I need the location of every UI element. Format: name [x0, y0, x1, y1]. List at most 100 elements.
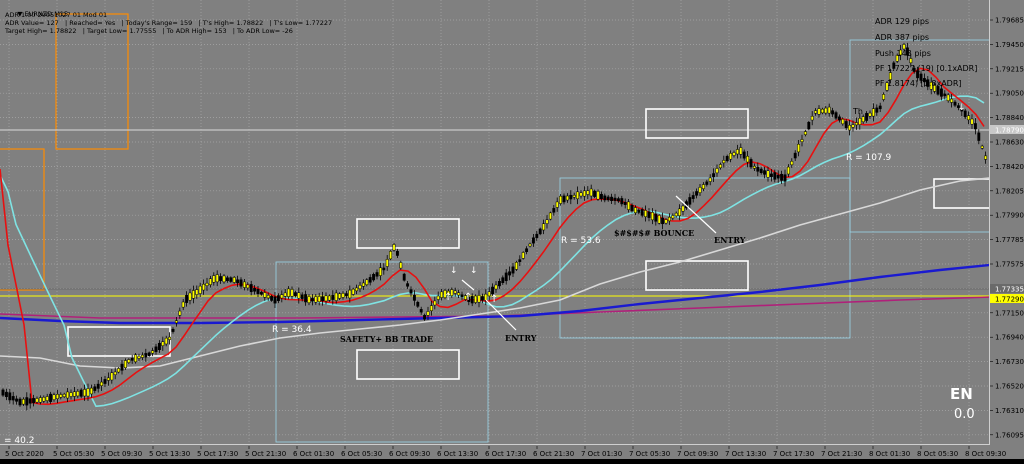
candle-body — [382, 267, 386, 271]
candle-body — [402, 273, 406, 281]
candle-body — [140, 354, 144, 358]
candle-body — [518, 259, 522, 262]
zone-box-3 — [356, 349, 460, 380]
candle-body — [181, 301, 185, 308]
candle-body — [545, 219, 549, 224]
svg-text:↓: ↓ — [470, 266, 478, 276]
chart-window[interactable]: ↑ ↑ ↑ ↓ ↓ ↓ SAFETY+ BB TRADE ENTRY $#$#$… — [0, 0, 1024, 459]
candle-body — [287, 288, 291, 297]
candle-body — [212, 275, 216, 283]
candle-body — [314, 296, 318, 303]
candle-body — [195, 289, 199, 295]
adr-line-5: PF 1.8174) [1.8xADR] — [875, 79, 962, 88]
ma-red — [0, 67, 985, 406]
candle-body — [729, 153, 733, 160]
candle-body — [637, 209, 641, 213]
price-axis[interactable]: 1.79685 1.79450 1.79215 1.79050 1.78840 1.786… — [990, 0, 1024, 445]
candle-body — [586, 190, 590, 195]
candle-body — [678, 208, 682, 216]
candle-body — [222, 275, 226, 283]
candle-body — [321, 296, 325, 302]
price-tick-label: 1.77575 — [995, 261, 1024, 269]
chart-canvas[interactable]: ↑ ↑ ↑ ↓ ↓ ↓ SAFETY+ BB TRADE ENTRY $#$#$… — [0, 0, 990, 445]
candle-body — [562, 195, 566, 203]
candle-body — [793, 152, 797, 159]
candle-body — [674, 212, 678, 217]
candle-body — [55, 394, 59, 399]
price-chart[interactable]: ↑ ↑ ↑ ↓ ↓ ↓ SAFETY+ BB TRADE ENTRY $#$#$… — [0, 0, 990, 445]
zone-box-6 — [933, 178, 989, 209]
candle-body — [412, 295, 416, 301]
candle-body — [528, 243, 532, 247]
time-axis-canvas: 5 Oct 2020 5 Oct 05:30 5 Oct 09:30 5 Oct 13… — [5, 446, 1006, 458]
price-tick-label: 1.76095 — [995, 431, 1024, 439]
time-tick-label: 5 Oct 09:30 — [101, 450, 142, 458]
adr-line-3: Push 143 pips — [875, 49, 931, 58]
price-tick-label: 1.78205 — [995, 187, 1024, 195]
time-axis[interactable]: 5 Oct 2020 5 Oct 05:30 5 Oct 09:30 5 Oct 13… — [0, 445, 1024, 459]
candle-body — [739, 147, 743, 155]
candle-body — [763, 170, 767, 175]
zone-box-4 — [645, 108, 749, 139]
candle-body — [497, 281, 501, 287]
th-label: Th — [852, 107, 863, 116]
candle-body — [436, 295, 440, 300]
candle-body — [627, 201, 631, 210]
candle-body — [494, 284, 498, 290]
candle-body — [62, 393, 66, 397]
candle-body — [596, 190, 600, 200]
candle-body — [695, 191, 699, 196]
price-tick-label: 1.76730 — [995, 358, 1024, 366]
price-tick-label: 1.77150 — [995, 309, 1024, 317]
candle-body — [355, 287, 359, 292]
candle-body — [735, 149, 739, 155]
info-line-2: ADR Value= 127 | Reached= Yes | Today's … — [5, 19, 333, 27]
candle-body — [351, 288, 355, 295]
candle-body — [480, 296, 484, 301]
candle-body — [722, 160, 726, 164]
candle-body — [640, 209, 644, 216]
candle-body — [834, 112, 838, 119]
candle-body — [117, 368, 121, 373]
price-tick-label: 1.76310 — [995, 407, 1024, 415]
candle-body — [824, 107, 828, 114]
candle-body — [613, 197, 617, 201]
candle-body — [191, 290, 195, 299]
candle-body — [647, 211, 651, 218]
candle-body — [168, 336, 172, 340]
candle-body — [341, 293, 345, 298]
candle-body — [589, 188, 593, 197]
time-tick-label: 6 Oct 01:30 — [293, 450, 334, 458]
candle-body — [715, 168, 719, 174]
candles — [1, 42, 988, 411]
svg-text:↑: ↑ — [444, 292, 452, 303]
time-tick-label: 7 Oct 21:30 — [821, 450, 862, 458]
candle-body — [338, 293, 342, 299]
candle-body — [752, 165, 756, 169]
price-tick-label: 1.77990 — [995, 212, 1024, 220]
candle-body — [137, 355, 141, 359]
candle-body — [766, 170, 770, 178]
candle-body — [909, 58, 913, 64]
candle-body — [732, 152, 736, 156]
adr-line-1: ADR 129 pips — [875, 17, 929, 26]
time-tick-label: 6 Oct 13:30 — [437, 450, 478, 458]
candle-body — [93, 386, 97, 391]
candle-body — [514, 262, 518, 270]
candle-body — [11, 396, 15, 401]
candle-body — [358, 285, 362, 289]
candle-body — [650, 212, 654, 221]
candle-body — [365, 279, 369, 285]
time-tick-label: 5 Oct 05:30 — [53, 450, 94, 458]
price-tick-label: 1.76940 — [995, 334, 1024, 342]
candle-body — [219, 276, 223, 281]
candle-body — [242, 281, 246, 288]
candle-body — [409, 289, 413, 294]
candle-body — [378, 267, 382, 276]
candle-body — [698, 187, 702, 193]
candle-body — [86, 388, 90, 397]
en-label: EN — [950, 385, 973, 403]
candle-body — [671, 215, 675, 219]
candle-body — [32, 398, 36, 404]
price-tick-label: 1.78420 — [995, 163, 1024, 171]
